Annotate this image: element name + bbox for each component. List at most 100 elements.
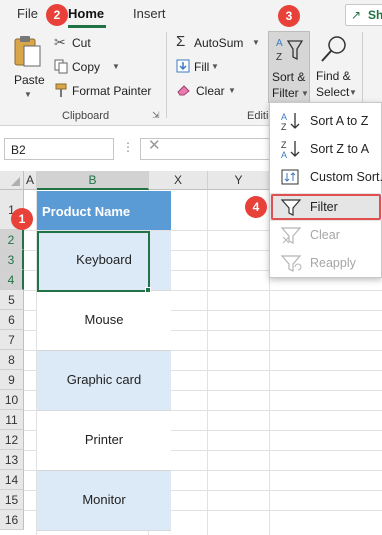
share-button[interactable]: ↗ Sh (345, 4, 382, 26)
column-header-a[interactable]: A (24, 171, 37, 190)
sort-filter-label-line1: Sort & (272, 70, 306, 84)
row-header[interactable]: 9 (0, 370, 24, 390)
select-all-icon (11, 177, 20, 186)
row-header[interactable]: 11 (0, 410, 24, 430)
row-header[interactable]: 7 (0, 330, 24, 350)
clear-label: Clear (196, 84, 225, 98)
editing-group-label: Editi (247, 110, 269, 122)
fill-button[interactable]: Fill ▼ (176, 58, 236, 76)
format-painter-label: Format Painter (72, 84, 152, 98)
find-select-label-line2: Select (316, 85, 350, 99)
paste-dropdown-icon: ▼ (24, 90, 32, 99)
autosum-label: AutoSum (194, 36, 244, 50)
sort-a-to-z-icon: A Z (281, 112, 300, 131)
clear-dropdown-icon: ▼ (228, 86, 236, 95)
svg-text:Z: Z (281, 122, 287, 131)
scissors-icon: ✂ (54, 34, 66, 50)
menu-item-sort-a-to-z[interactable]: A Z Sort A to Z (270, 107, 382, 135)
sort-filter-menu: A Z Sort A to Z Z A Sort Z to A Custom S… (269, 102, 382, 278)
table-header-label: Product Name (42, 204, 131, 219)
row-header[interactable]: 12 (0, 430, 24, 450)
table-header-cell[interactable]: Product Name (37, 191, 171, 230)
find-select-dropdown-icon: ▼ (349, 88, 357, 97)
menu-item-clear: Clear (270, 221, 382, 249)
table-cell[interactable]: Printer (37, 411, 171, 471)
reapply-filter-icon (280, 255, 302, 272)
fill-handle[interactable] (145, 287, 151, 293)
paste-button[interactable]: Paste ▼ (8, 32, 48, 104)
menu-item-reapply: Reapply (270, 249, 382, 277)
cut-button[interactable]: ✂ Cut (54, 34, 114, 52)
cut-label: Cut (72, 36, 91, 50)
row-header[interactable]: 8 (0, 350, 24, 370)
step-badge-1: 1 (11, 208, 33, 230)
sort-z-to-a-icon: Z A (281, 140, 300, 159)
magnifier-icon (321, 36, 346, 62)
format-painter-button[interactable]: Format Painter (54, 82, 154, 100)
clear-button[interactable]: Clear ▼ (176, 82, 246, 100)
row-header[interactable]: 2 (0, 230, 24, 250)
copy-icon (54, 59, 68, 74)
name-box[interactable]: B2 (4, 138, 114, 160)
svg-text:A: A (281, 112, 287, 122)
autosum-button[interactable]: Σ AutoSum ▼ (176, 33, 262, 52)
step-badge-2: 2 (46, 4, 68, 26)
table-cell[interactable]: Graphic card (37, 351, 171, 411)
cell-selection-border (37, 231, 150, 292)
tab-file[interactable]: File (17, 6, 38, 21)
share-icon: ↗ (351, 8, 362, 22)
sigma-icon: Σ (176, 33, 186, 50)
paste-icon (14, 36, 41, 67)
row-header[interactable]: 16 (0, 510, 24, 530)
menu-item-label: Sort Z to A (310, 142, 370, 156)
dialog-launcher-icon[interactable]: ⇲ (152, 110, 160, 121)
fill-dropdown-icon: ▼ (211, 62, 219, 71)
row-header[interactable]: 6 (0, 310, 24, 330)
row-header[interactable]: 4 (0, 270, 24, 290)
tab-insert[interactable]: Insert (133, 6, 166, 21)
cell-value: Graphic card (66, 372, 142, 387)
formula-input[interactable] (140, 138, 280, 160)
fill-down-icon (176, 59, 190, 73)
svg-text:A: A (276, 38, 283, 49)
menu-item-sort-z-to-a[interactable]: Z A Sort Z to A (270, 135, 382, 163)
step-badge-3: 3 (278, 5, 300, 27)
menu-item-label: Sort A to Z (310, 114, 369, 128)
row-header[interactable]: 5 (0, 290, 24, 310)
select-all-corner[interactable] (0, 171, 24, 190)
gridline (207, 190, 208, 535)
row-header[interactable]: 15 (0, 490, 24, 510)
table-cell[interactable]: Mouse (37, 291, 171, 351)
sort-filter-dropdown-icon: ▼ (301, 89, 309, 98)
menu-item-label: Custom Sort... (310, 170, 382, 184)
column-header-b[interactable]: B (37, 171, 149, 190)
menu-item-custom-sort[interactable]: Custom Sort... (270, 163, 382, 191)
table-cell[interactable]: Monitor (37, 471, 171, 531)
sort-filter-button[interactable]: A Z Sort & Filter ▼ (268, 31, 310, 103)
copy-button[interactable]: Copy ▼ (54, 58, 126, 76)
svg-text:A: A (281, 150, 287, 159)
eraser-icon (177, 85, 190, 96)
column-header-x[interactable]: X (149, 171, 208, 190)
group-separator (166, 32, 167, 118)
row-header[interactable]: 3 (0, 250, 24, 270)
cell-value: Mouse (84, 312, 124, 327)
cancel-icon[interactable]: ✕ (148, 136, 161, 154)
svg-text:Z: Z (276, 52, 282, 63)
copy-dropdown-icon: ▼ (112, 62, 120, 71)
column-header-y[interactable]: Y (208, 171, 270, 190)
row-header[interactable]: 14 (0, 470, 24, 490)
find-select-button[interactable]: Find & Select ▼ (313, 31, 357, 103)
name-box-value: B2 (11, 143, 26, 157)
row-header[interactable]: 10 (0, 390, 24, 410)
menu-item-label: Reapply (310, 256, 356, 270)
clear-filter-icon (280, 227, 302, 244)
copy-label: Copy (72, 60, 101, 74)
sort-filter-label-line2: Filter (272, 86, 299, 100)
row-header[interactable]: 13 (0, 450, 24, 470)
autosum-dropdown-icon: ▼ (252, 38, 260, 47)
tab-home[interactable]: Home (68, 6, 104, 21)
paste-label: Paste (14, 73, 45, 87)
formula-bar-grip-icon[interactable]: ⋮ (122, 140, 135, 154)
menu-item-label: Clear (310, 228, 340, 242)
